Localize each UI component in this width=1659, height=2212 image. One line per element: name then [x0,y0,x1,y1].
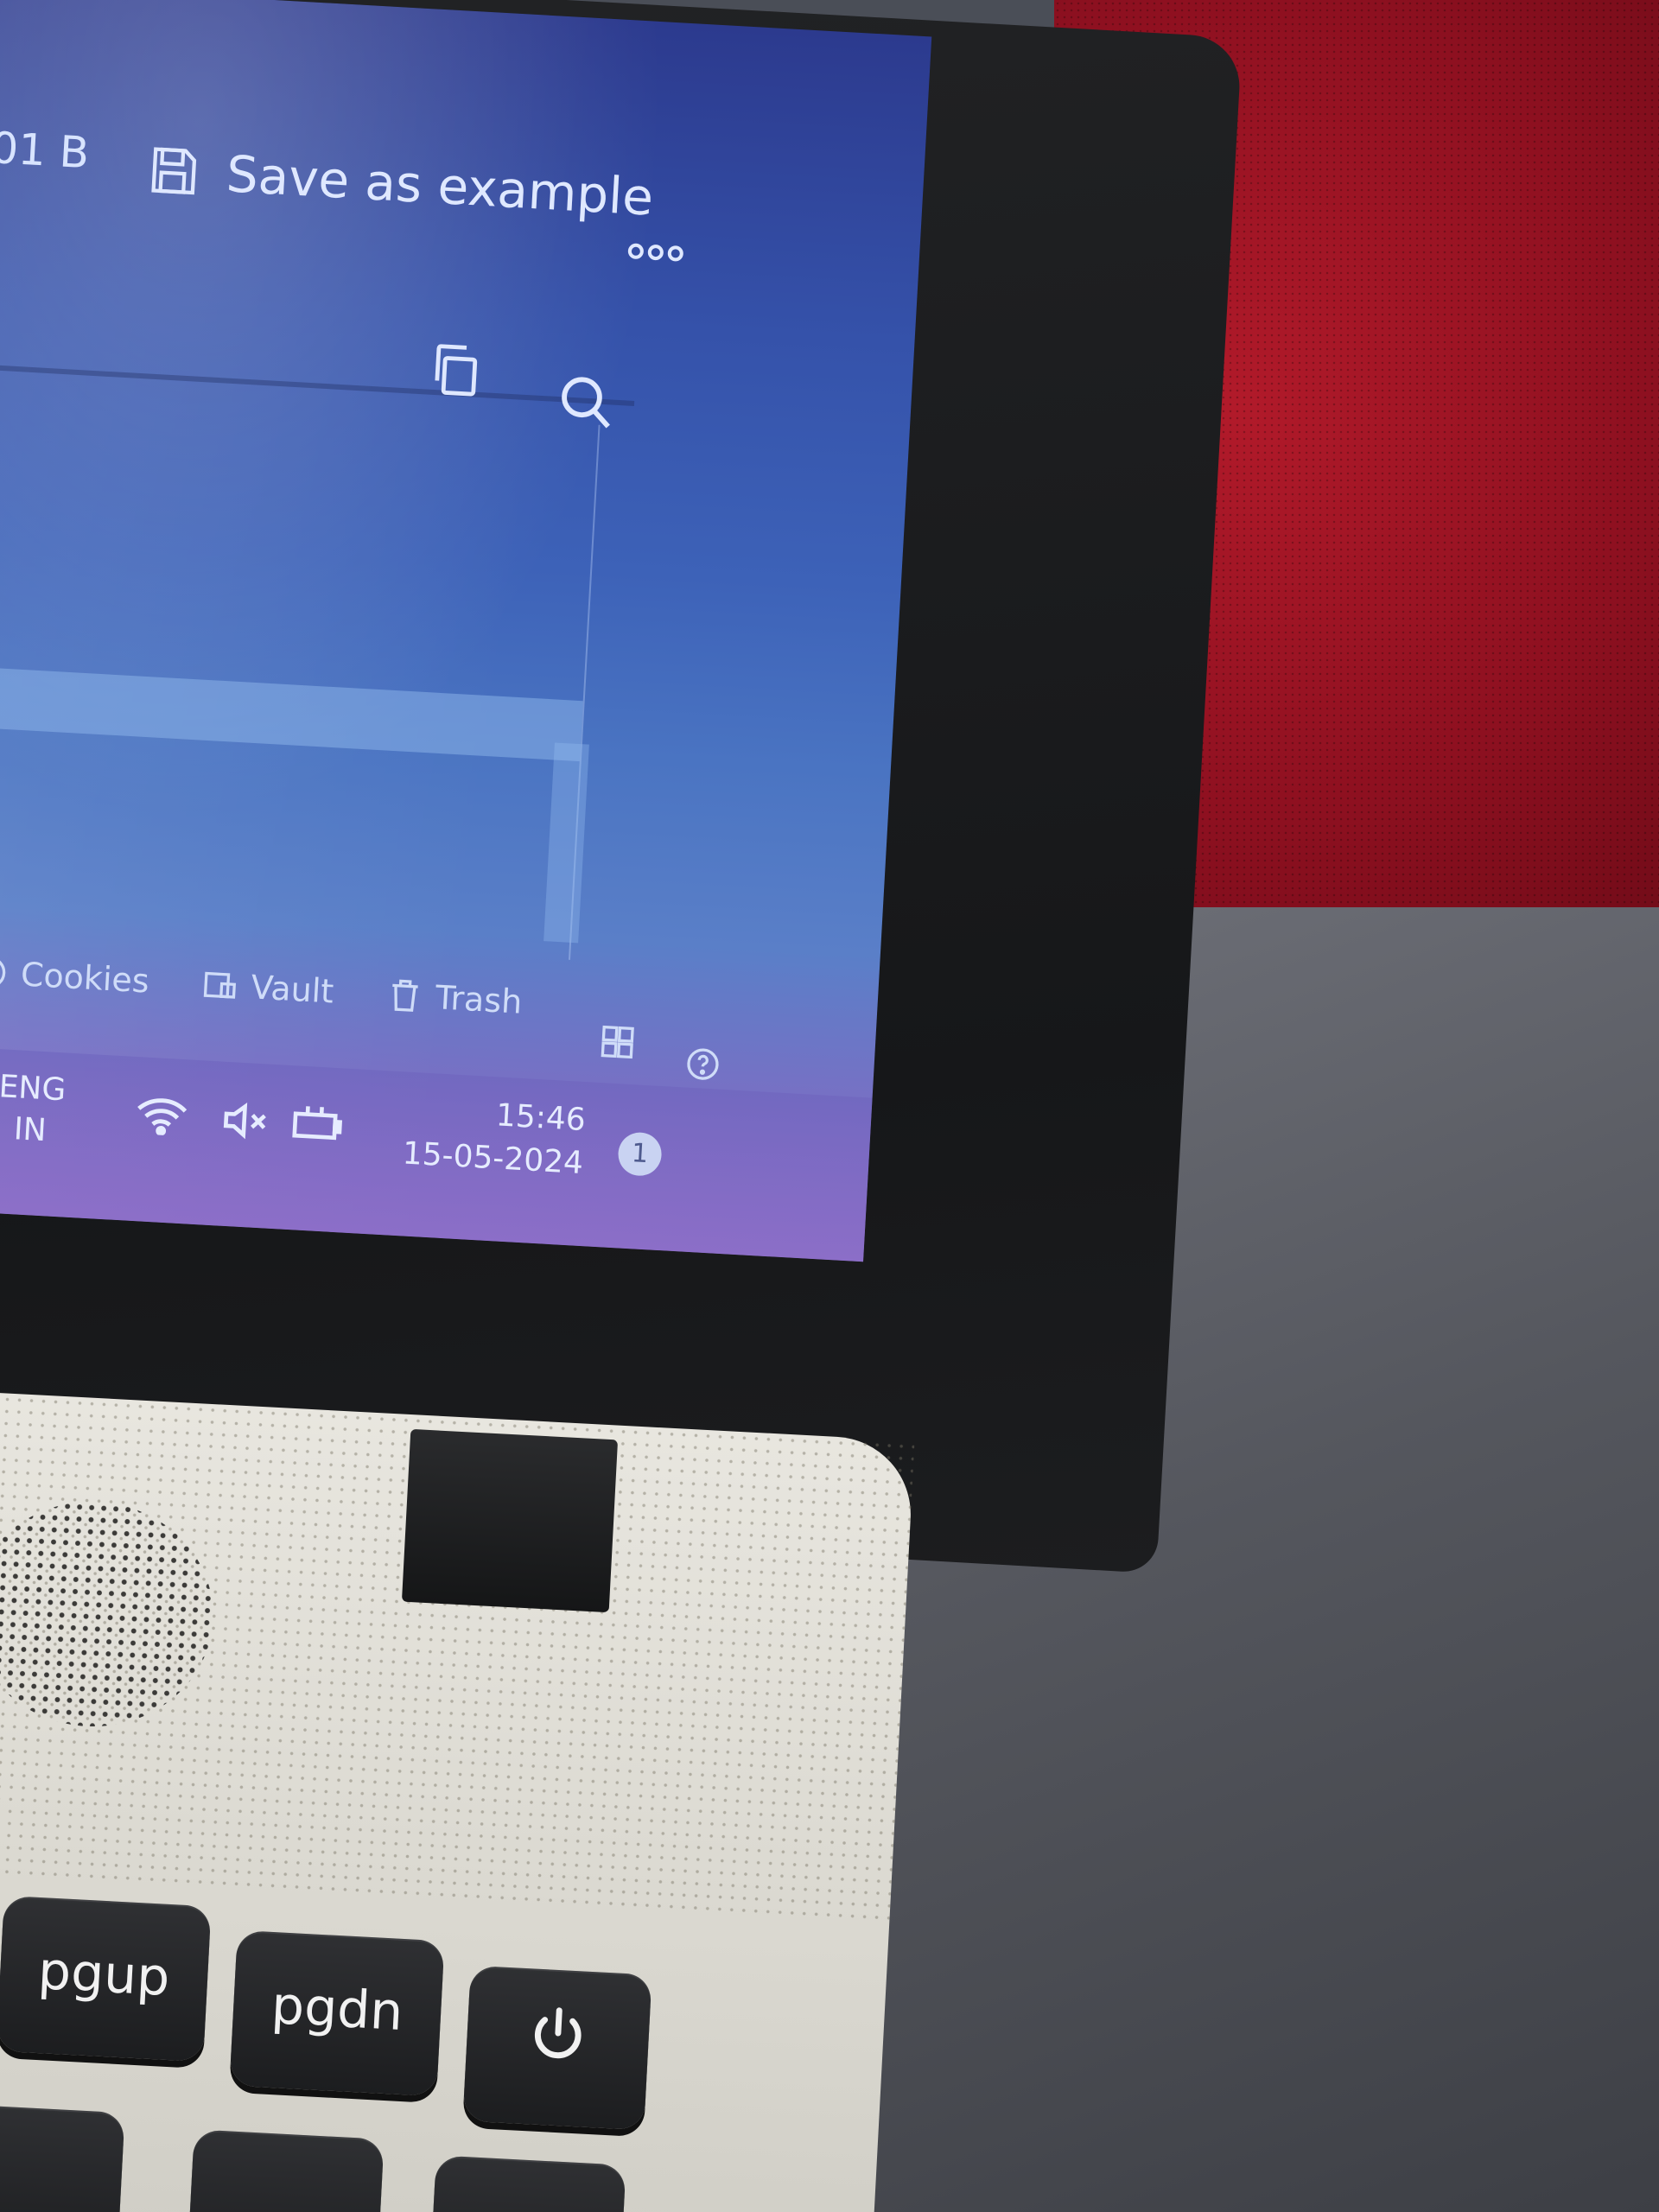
more-options-icon[interactable] [625,240,686,264]
language-code: ENG [0,1069,67,1109]
region-code: IN [12,1111,48,1149]
pgdn-key[interactable]: pgdn [229,1929,445,2097]
trash-label: Trash [434,978,524,1021]
photo-scene: 01 B Save as example Cookies Vault Trash… [0,0,1659,2212]
grid-icon[interactable] [598,1022,638,1062]
language-indicator[interactable]: ENG IN [0,1066,67,1153]
wifi-icon[interactable] [135,1096,189,1140]
trash-icon [385,976,424,1015]
battery-charging-icon[interactable] [289,1104,344,1148]
help-icon[interactable] [683,1044,722,1084]
laptop-hinge [401,1428,619,1613]
vault-link[interactable]: Vault [200,965,334,1011]
keyboard-key[interactable] [186,2129,385,2212]
notification-badge[interactable]: 1 [617,1131,663,1178]
laptop-screen: 01 B Save as example Cookies Vault Trash… [0,0,932,1262]
power-key[interactable] [462,1965,652,2131]
keyboard-key[interactable] [428,2155,626,2212]
cookies-label: Cookies [19,955,150,1001]
trash-link[interactable]: Trash [385,976,524,1021]
file-size-text: 01 B [0,122,91,179]
pgup-key[interactable]: pgup [0,1895,212,2063]
vault-icon [200,965,239,1005]
vault-label: Vault [250,968,335,1011]
power-icon [524,1972,592,2121]
copy-icon[interactable] [427,338,486,403]
search-icon[interactable] [555,371,619,435]
system-clock[interactable]: 15:46 15-05-2024 [384,1088,587,1185]
volume-muted-icon[interactable] [221,1101,272,1145]
cookie-icon [0,952,10,992]
save-icon [143,142,201,200]
keyboard-key[interactable] [0,2103,125,2212]
